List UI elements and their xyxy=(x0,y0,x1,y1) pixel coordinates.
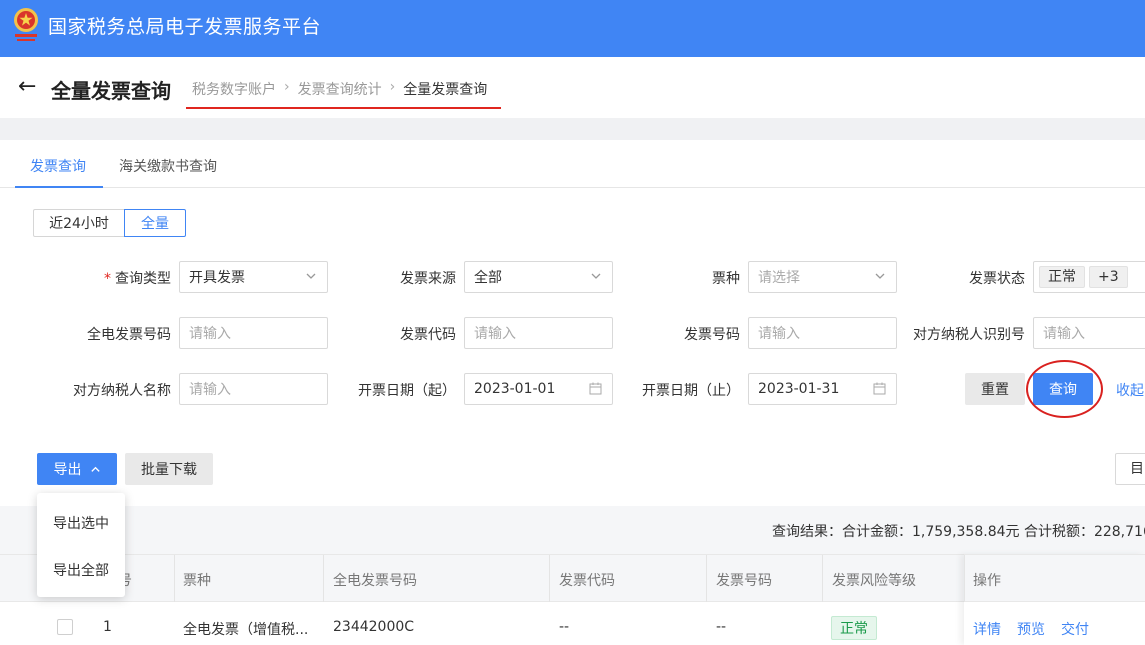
column-divider xyxy=(706,555,707,603)
row-index: 1 xyxy=(103,619,112,635)
source-label: 发票来源 xyxy=(400,271,456,287)
required-mark: * xyxy=(104,271,111,287)
query-type-value: 开具发票 xyxy=(189,270,245,286)
th-number: 发票号码 xyxy=(716,573,772,589)
page-header: ← 全量发票查询 税务数字账户 › 发票查询统计 › 全量发票查询 xyxy=(0,57,1145,118)
column-divider xyxy=(174,555,175,603)
number-label: 发票号码 xyxy=(684,327,740,343)
row-code: -- xyxy=(559,619,570,635)
status-label: 发票状态 xyxy=(969,271,1025,287)
date-from-value: 2023-01-01 xyxy=(474,381,556,397)
status-more-tag: +3 xyxy=(1089,266,1128,288)
source-value: 全部 xyxy=(474,270,502,286)
th-code: 发票代码 xyxy=(559,573,615,589)
back-arrow-icon[interactable]: ← xyxy=(18,76,36,98)
row-full-number: 23442000C xyxy=(333,619,415,635)
ticket-kind-label: 票种 xyxy=(712,271,740,287)
risk-badge: 正常 xyxy=(831,616,877,640)
chevron-right-icon: › xyxy=(389,79,396,95)
tab-bar: 发票查询 海关缴款书查询 xyxy=(0,140,1145,188)
code-placeholder: 请输入 xyxy=(474,326,516,342)
collapse-link[interactable]: 收起 xyxy=(1116,380,1144,400)
summary-text: 查询结果：合计金额：1,759,358.84元 合计税额：228,716 xyxy=(772,524,1145,540)
chevron-up-icon xyxy=(90,466,100,472)
th-risk: 发票风险等级 xyxy=(832,573,916,589)
row-preview-link[interactable]: 预览 xyxy=(1017,619,1045,639)
range-24h[interactable]: 近24小时 xyxy=(33,209,125,237)
counterparty-name-label: 对方纳税人名称 xyxy=(73,383,171,399)
row-deliver-link[interactable]: 交付 xyxy=(1061,619,1089,639)
th-full-number: 全电发票号码 xyxy=(333,573,417,589)
export-selected-item[interactable]: 导出选中 xyxy=(53,513,109,533)
full-number-placeholder: 请输入 xyxy=(189,326,231,342)
th-kind: 票种 xyxy=(183,573,211,589)
number-placeholder: 请输入 xyxy=(758,326,800,342)
date-to-picker[interactable]: 2023-01-31 xyxy=(748,373,897,405)
row-checkbox[interactable] xyxy=(57,619,73,635)
breadcrumb-item[interactable]: 发票查询统计 xyxy=(298,79,382,99)
date-from-label: 开票日期（起） xyxy=(358,383,456,399)
counterparty-id-label: 对方纳税人识别号 xyxy=(913,327,1025,343)
full-number-label: 全电发票号码 xyxy=(87,327,171,343)
breadcrumb-item[interactable]: 税务数字账户 xyxy=(192,79,276,99)
row-detail-link[interactable]: 详情 xyxy=(973,619,1001,639)
range-all[interactable]: 全量 xyxy=(124,209,186,237)
table-row[interactable]: 1 全电发票（增值税... 23442000C -- -- 详情 预览 交付 xyxy=(0,602,1145,645)
calendar-icon xyxy=(873,382,886,395)
status-select[interactable]: 正常 +3 xyxy=(1033,261,1145,293)
column-divider xyxy=(964,555,965,603)
top-bar: 国家税务总局电子发票服务平台 xyxy=(0,0,1145,57)
tab-customs-query[interactable]: 海关缴款书查询 xyxy=(119,156,217,176)
code-label: 发票代码 xyxy=(400,327,456,343)
counterparty-name-placeholder: 请输入 xyxy=(189,382,231,398)
date-to-label: 开票日期（止） xyxy=(642,383,740,399)
export-label: 导出 xyxy=(53,462,82,478)
query-type-label: * 查询类型 xyxy=(11,268,171,288)
row-kind: 全电发票（增值税... xyxy=(183,622,309,638)
column-divider xyxy=(323,555,324,603)
export-dropdown: 导出选中 导出全部 xyxy=(37,493,125,597)
page-title: 全量发票查询 xyxy=(51,79,171,103)
table-header: 号 票种 全电发票号码 发票代码 发票号码 发票风险等级 操作 xyxy=(0,554,1145,603)
national-tax-emblem-icon xyxy=(14,8,38,41)
column-divider xyxy=(549,555,550,603)
counterparty-id-input[interactable]: 请输入 xyxy=(1033,317,1145,349)
query-button[interactable]: 查询 xyxy=(1033,373,1093,405)
section-divider xyxy=(0,118,1145,140)
reset-button[interactable]: 重置 xyxy=(965,373,1025,405)
export-button[interactable]: 导出 xyxy=(37,453,117,485)
column-settings-button[interactable]: 目 xyxy=(1115,453,1145,485)
column-divider xyxy=(822,555,823,603)
date-to-value: 2023-01-31 xyxy=(758,381,840,397)
th-ops: 操作 xyxy=(973,573,1001,589)
tab-invoice-query[interactable]: 发票查询 xyxy=(30,156,86,176)
chevron-right-icon: › xyxy=(284,79,290,95)
row-number: -- xyxy=(716,619,727,635)
breadcrumb-item-current: 全量发票查询 xyxy=(403,82,488,98)
query-type-label-text: 查询类型 xyxy=(115,271,171,287)
breadcrumb: 税务数字账户 › 发票查询统计 › 全量发票查询 xyxy=(186,77,502,109)
export-all-item[interactable]: 导出全部 xyxy=(53,560,109,580)
tab-underline xyxy=(15,186,103,188)
ticket-kind-placeholder: 请选择 xyxy=(758,270,800,286)
counterparty-id-placeholder: 请输入 xyxy=(1043,326,1085,342)
main-card: 发票查询 海关缴款书查询 近24小时 全量 * 查询类型 开具发票 发票来源 全部… xyxy=(0,140,1145,645)
status-tag: 正常 xyxy=(1039,266,1085,288)
batch-download-button[interactable]: 批量下载 xyxy=(125,453,213,485)
app-title: 国家税务总局电子发票服务平台 xyxy=(48,16,322,38)
